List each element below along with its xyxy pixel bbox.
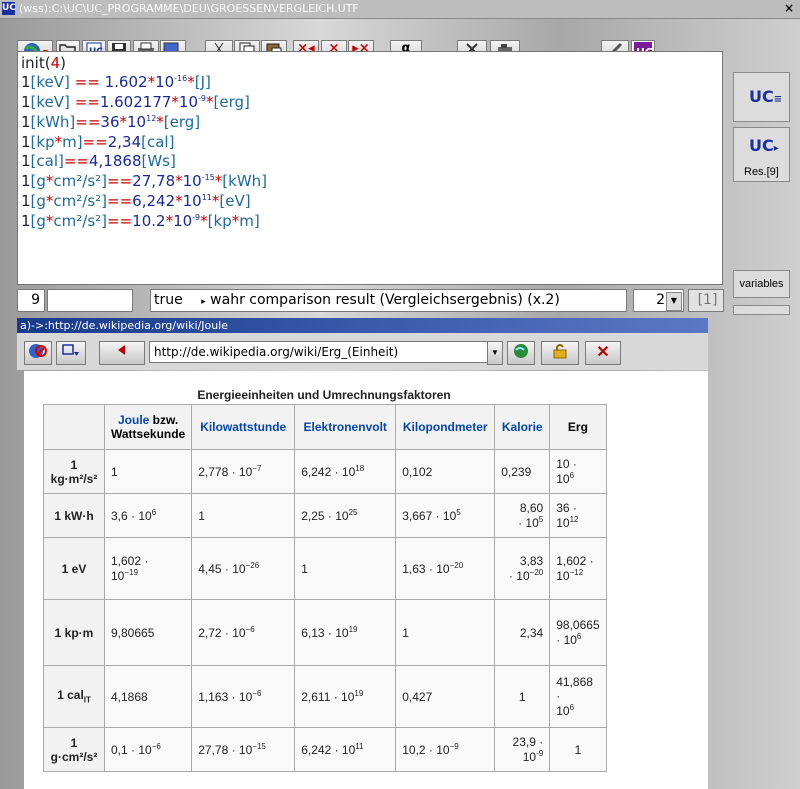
editor-line: 1[g*cm²/s²]==6,242*1011*[eV]	[21, 192, 251, 210]
bracket-button[interactable]: [1]	[688, 289, 724, 312]
close-button[interactable]: ×	[784, 1, 794, 15]
editor-line: 1[g*cm²/s²]==27,78*10-15*[kWh]	[21, 172, 268, 190]
result-button[interactable]: UC▸ Res.[9]	[733, 127, 790, 182]
table-cell: 1,602 · 10−19	[103, 537, 193, 600]
header-erg: Erg	[549, 404, 607, 450]
row-header: 1 eV	[43, 537, 105, 600]
table-cell: 1,602 · 10−12	[549, 537, 607, 600]
result-value: true	[154, 292, 183, 308]
browser-title-bar: a)->:http://de.wikipedia.org/wiki/Joule	[17, 318, 708, 333]
stop-close-icon[interactable]: ✕	[585, 341, 621, 365]
table-row: 1 kW·h 3,6 · 106 1 2,25 · 1025 3,667 · 1…	[43, 493, 607, 538]
table-cell: 98,0665 · 106	[549, 599, 607, 666]
table-cell: 1,63 · 10−20	[395, 537, 496, 600]
uc-expand-button[interactable]: UC≡	[733, 72, 790, 122]
table-cell: 1,163 · 10−6	[191, 665, 296, 728]
table-cell: 8,60 · 105	[494, 493, 551, 538]
table-cell: 0,1 · 10−6	[103, 727, 193, 772]
table-caption: Energieeinheiten und Umrechnungsfaktoren	[197, 388, 451, 402]
table-row: 1 calIT 4,1868 1,163 · 10−6 2,611 · 1019…	[43, 665, 607, 728]
table-row: 1 g·cm²/s² 0,1 · 10−6 27,78 · 10−15 6,242…	[43, 727, 607, 772]
app-logo-icon: UC	[2, 2, 16, 15]
result-message: wahr comparison result (Vergleichsergebn…	[210, 292, 560, 308]
window-title: (wss):C:\UC\UC_PROGRAMME\DEU\GROESSENVER…	[19, 2, 359, 15]
globe-off-icon[interactable]	[24, 341, 52, 365]
row-header: 1 g·cm²/s²	[43, 727, 105, 772]
chevron-down-icon[interactable]: ▼	[666, 292, 682, 311]
table-cell: 1	[294, 537, 397, 600]
table-cell: 2,778 · 10−7	[191, 449, 296, 494]
table-cell: 0,427	[395, 665, 496, 728]
table-cell: 6,13 · 1019	[294, 599, 397, 666]
result-select[interactable]: 2 ▼	[633, 289, 684, 312]
header-kilopondmeter[interactable]: Kilopondmeter	[395, 404, 496, 450]
table-cell: 10,2 · 10−9	[395, 727, 496, 772]
editor-line: init(4)	[21, 54, 66, 72]
lock-icon[interactable]	[541, 341, 579, 365]
title-bar: UC (wss):C:\UC\UC_PROGRAMME\DEU\GROESSEN…	[0, 0, 800, 19]
table-cell: 2,611 · 1019	[294, 665, 397, 728]
table-row: 1 kg·m²/s² 1 2,778 · 10−7 6,242 · 1018 0,…	[43, 449, 607, 494]
energy-units-table: Joule bzw. Wattsekunde Kilowattstunde Ele…	[43, 404, 607, 772]
table-cell: 1	[395, 599, 496, 666]
editor-line: 1[cal]==4,1868[Ws]	[21, 152, 176, 170]
go-globe-icon[interactable]	[507, 341, 535, 365]
table-cell: 9,80665	[103, 599, 193, 666]
table-cell: 4,45 · 10−26	[191, 537, 296, 600]
formula-editor[interactable]: init(4) 1[keV] == 1.602*10-16*[J] 1[keV]…	[17, 51, 723, 285]
table-header-row: Joule bzw. Wattsekunde Kilowattstunde Ele…	[43, 404, 607, 450]
window-menu-icon[interactable]	[56, 341, 86, 365]
table-cell: 2,72 · 10−6	[191, 599, 296, 666]
table-cell: 27,78 · 10−15	[191, 727, 296, 772]
table-cell: 23,9 · 10-9	[494, 727, 551, 772]
uc-play-icon: UC▸	[749, 136, 779, 155]
empty-field	[47, 289, 133, 312]
main-toolbar: UC ×◂ × ▸× α UC	[0, 18, 730, 64]
header-elektronenvolt[interactable]: Elektronenvolt	[294, 404, 397, 450]
side-panel-edge	[733, 305, 790, 315]
variables-button[interactable]: variables	[733, 270, 790, 298]
row-header: 1 kg·m²/s²	[43, 449, 105, 494]
result-label: Res.[9]	[744, 166, 779, 178]
header-empty	[43, 404, 105, 450]
table-cell: 3,83 · 10−20	[494, 537, 551, 600]
editor-line: 1[kWh]==36*1012*[erg]	[21, 113, 201, 131]
table-cell: 6,242 · 1011	[294, 727, 397, 772]
table-cell: 1	[494, 665, 551, 728]
table-cell: 1	[103, 449, 193, 494]
url-input[interactable]: http://de.wikipedia.org/wiki/Erg_(Einhei…	[149, 341, 502, 363]
editor-line: 1[keV] == 1.602*10-16*[J]	[21, 73, 211, 91]
table-row: 1 kp·m 9,80665 2,72 · 10−6 6,13 · 1019 1…	[43, 599, 607, 666]
table-cell: 3,667 · 105	[395, 493, 496, 538]
table-cell: 1	[549, 727, 607, 772]
header-kilowattstunde[interactable]: Kilowattstunde	[191, 404, 296, 450]
table-cell: 41,868 · 106	[549, 665, 607, 728]
editor-line: 1[kp*m]==2,34[cal]	[21, 133, 175, 151]
table-cell: 3,6 · 106	[103, 493, 193, 538]
web-page: Energieeinheiten und Umrechnungsfaktoren…	[24, 371, 708, 789]
table-cell: 10 · 106	[549, 449, 607, 494]
table-cell: 36 · 1012	[549, 493, 607, 538]
table-cell: 1	[191, 493, 296, 538]
table-cell: 0,102	[395, 449, 496, 494]
row-header: 1 kW·h	[43, 493, 105, 538]
table-cell: 4,1868	[103, 665, 193, 728]
uc-expand-icon: UC≡	[749, 87, 783, 106]
row-header: 1 calIT	[43, 665, 105, 728]
back-button[interactable]	[99, 341, 145, 365]
table-cell: 2,25 · 1025	[294, 493, 397, 538]
table-cell: 2,34	[494, 599, 551, 666]
table-cell: 0,239	[494, 449, 551, 494]
header-joule[interactable]: Joule bzw. Wattsekunde	[103, 404, 193, 450]
result-message-field: true ▸ wahr comparison result (Vergleich…	[150, 289, 627, 312]
editor-line: 1[keV] ==1.602177*10-9*[erg]	[21, 93, 250, 111]
editor-line: 1[g*cm²/s²]==10.2*10-9*[kp*m]	[21, 212, 260, 230]
row-header: 1 kp·m	[43, 599, 105, 666]
table-cell: 6,242 · 1018	[294, 449, 397, 494]
line-number-field: 9	[17, 289, 45, 312]
table-row: 1 eV 1,602 · 10−19 4,45 · 10−26 1 1,63 · …	[43, 537, 607, 600]
url-dropdown-chevron-down-icon[interactable]: ▼	[487, 341, 503, 365]
header-kalorie[interactable]: Kalorie	[494, 404, 551, 450]
